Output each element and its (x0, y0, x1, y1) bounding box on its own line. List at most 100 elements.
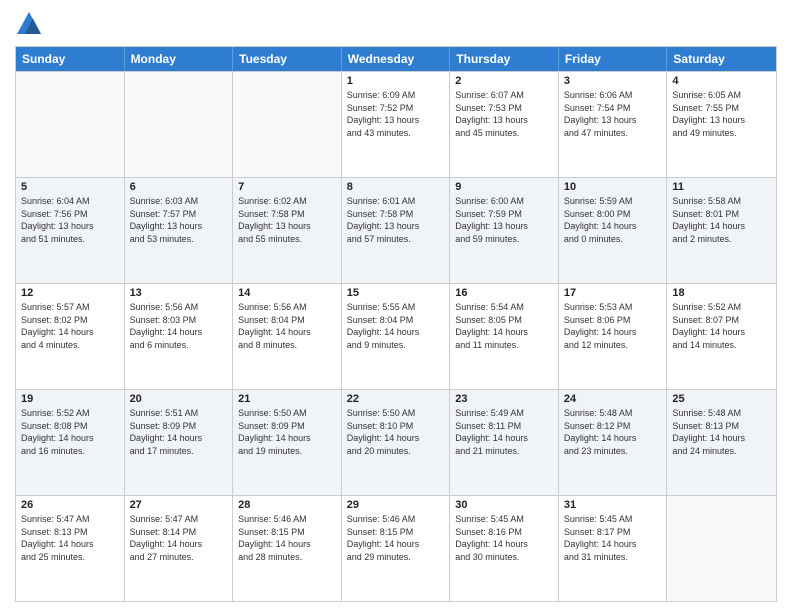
day-number: 10 (564, 181, 662, 193)
day-info: Sunrise: 5:45 AM Sunset: 8:17 PM Dayligh… (564, 513, 662, 563)
day-info: Sunrise: 6:03 AM Sunset: 7:57 PM Dayligh… (130, 195, 228, 245)
calendar-cell: 19 Sunrise: 5:52 AM Sunset: 8:08 PM Dayli… (16, 390, 125, 495)
day-info: Sunrise: 5:57 AM Sunset: 8:02 PM Dayligh… (21, 301, 119, 351)
day-number: 23 (455, 393, 553, 405)
calendar-cell (16, 72, 125, 177)
calendar-cell: 21 Sunrise: 5:50 AM Sunset: 8:09 PM Dayli… (233, 390, 342, 495)
calendar-cell: 13Sunrise: 5:56 AM Sunset: 8:03 PM Dayli… (125, 284, 234, 389)
calendar-cell: 17 Sunrise: 5:53 AM Sunset: 8:06 PM Dayli… (559, 284, 668, 389)
calendar-cell: 28 Sunrise: 5:46 AM Sunset: 8:15 PM Dayli… (233, 496, 342, 601)
day-number: 14 (238, 287, 336, 299)
day-info: Sunrise: 6:00 AM Sunset: 7:59 PM Dayligh… (455, 195, 553, 245)
day-number: 5 (21, 181, 119, 193)
day-number: 15 (347, 287, 445, 299)
day-number: 12 (21, 287, 119, 299)
day-number: 2 (455, 75, 553, 87)
calendar-cell: 25Sunrise: 5:48 AM Sunset: 8:13 PM Dayli… (667, 390, 776, 495)
day-number: 4 (672, 75, 771, 87)
calendar-cell: 31 Sunrise: 5:45 AM Sunset: 8:17 PM Dayli… (559, 496, 668, 601)
calendar-cell: 11 Sunrise: 5:58 AM Sunset: 8:01 PM Dayli… (667, 178, 776, 283)
calendar-cell (667, 496, 776, 601)
day-info: Sunrise: 6:04 AM Sunset: 7:56 PM Dayligh… (21, 195, 119, 245)
calendar: SundayMondayTuesdayWednesdayThursdayFrid… (15, 46, 777, 602)
day-number: 31 (564, 499, 662, 511)
calendar-cell: 4 Sunrise: 6:05 AM Sunset: 7:55 PM Daylig… (667, 72, 776, 177)
calendar-cell: 22 Sunrise: 5:50 AM Sunset: 8:10 PM Dayli… (342, 390, 451, 495)
day-info: Sunrise: 6:06 AM Sunset: 7:54 PM Dayligh… (564, 89, 662, 139)
header-cell-sunday: Sunday (16, 47, 125, 71)
calendar-cell: 26Sunrise: 5:47 AM Sunset: 8:13 PM Dayli… (16, 496, 125, 601)
day-number: 21 (238, 393, 336, 405)
day-number: 29 (347, 499, 445, 511)
day-number: 26 (21, 499, 119, 511)
day-info: Sunrise: 5:48 AM Sunset: 8:13 PM Dayligh… (672, 407, 771, 457)
calendar-cell (233, 72, 342, 177)
day-number: 11 (672, 181, 771, 193)
day-number: 22 (347, 393, 445, 405)
day-number: 30 (455, 499, 553, 511)
day-number: 20 (130, 393, 228, 405)
day-number: 18 (672, 287, 771, 299)
header-cell-wednesday: Wednesday (342, 47, 451, 71)
day-number: 1 (347, 75, 445, 87)
day-number: 27 (130, 499, 228, 511)
calendar-header-row: SundayMondayTuesdayWednesdayThursdayFrid… (16, 47, 776, 71)
calendar-cell: 30 Sunrise: 5:45 AM Sunset: 8:16 PM Dayli… (450, 496, 559, 601)
calendar-cell: 5 Sunrise: 6:04 AM Sunset: 7:56 PM Daylig… (16, 178, 125, 283)
day-info: Sunrise: 5:46 AM Sunset: 8:15 PM Dayligh… (238, 513, 336, 563)
day-info: Sunrise: 5:49 AM Sunset: 8:11 PM Dayligh… (455, 407, 553, 457)
calendar-cell: 18Sunrise: 5:52 AM Sunset: 8:07 PM Dayli… (667, 284, 776, 389)
day-info: Sunrise: 5:45 AM Sunset: 8:16 PM Dayligh… (455, 513, 553, 563)
calendar-cell: 29 Sunrise: 5:46 AM Sunset: 8:15 PM Dayli… (342, 496, 451, 601)
day-info: Sunrise: 6:01 AM Sunset: 7:58 PM Dayligh… (347, 195, 445, 245)
calendar-cell: 6 Sunrise: 6:03 AM Sunset: 7:57 PM Daylig… (125, 178, 234, 283)
day-info: Sunrise: 6:02 AM Sunset: 7:58 PM Dayligh… (238, 195, 336, 245)
logo-icon (15, 10, 43, 38)
day-info: Sunrise: 6:07 AM Sunset: 7:53 PM Dayligh… (455, 89, 553, 139)
day-info: Sunrise: 5:56 AM Sunset: 8:04 PM Dayligh… (238, 301, 336, 351)
day-number: 6 (130, 181, 228, 193)
day-info: Sunrise: 5:46 AM Sunset: 8:15 PM Dayligh… (347, 513, 445, 563)
calendar-cell: 7Sunrise: 6:02 AM Sunset: 7:58 PM Daylig… (233, 178, 342, 283)
day-info: Sunrise: 5:59 AM Sunset: 8:00 PM Dayligh… (564, 195, 662, 245)
day-info: Sunrise: 5:50 AM Sunset: 8:09 PM Dayligh… (238, 407, 336, 457)
calendar-row-3: 12 Sunrise: 5:57 AM Sunset: 8:02 PM Dayli… (16, 283, 776, 389)
calendar-cell: 8 Sunrise: 6:01 AM Sunset: 7:58 PM Daylig… (342, 178, 451, 283)
calendar-row-2: 5 Sunrise: 6:04 AM Sunset: 7:56 PM Daylig… (16, 177, 776, 283)
day-number: 28 (238, 499, 336, 511)
header (15, 10, 777, 38)
day-info: Sunrise: 6:09 AM Sunset: 7:52 PM Dayligh… (347, 89, 445, 139)
day-number: 9 (455, 181, 553, 193)
calendar-row-4: 19 Sunrise: 5:52 AM Sunset: 8:08 PM Dayli… (16, 389, 776, 495)
calendar-cell: 24Sunrise: 5:48 AM Sunset: 8:12 PM Dayli… (559, 390, 668, 495)
day-info: Sunrise: 5:48 AM Sunset: 8:12 PM Dayligh… (564, 407, 662, 457)
calendar-cell: 2 Sunrise: 6:07 AM Sunset: 7:53 PM Daylig… (450, 72, 559, 177)
calendar-cell: 12 Sunrise: 5:57 AM Sunset: 8:02 PM Dayli… (16, 284, 125, 389)
calendar-cell: 23 Sunrise: 5:49 AM Sunset: 8:11 PM Dayli… (450, 390, 559, 495)
calendar-cell: 16 Sunrise: 5:54 AM Sunset: 8:05 PM Dayli… (450, 284, 559, 389)
day-info: Sunrise: 5:52 AM Sunset: 8:08 PM Dayligh… (21, 407, 119, 457)
day-info: Sunrise: 5:58 AM Sunset: 8:01 PM Dayligh… (672, 195, 771, 245)
calendar-cell: 10 Sunrise: 5:59 AM Sunset: 8:00 PM Dayli… (559, 178, 668, 283)
header-cell-monday: Monday (125, 47, 234, 71)
calendar-row-1: 1 Sunrise: 6:09 AM Sunset: 7:52 PM Daylig… (16, 71, 776, 177)
day-number: 13 (130, 287, 228, 299)
calendar-cell: 14 Sunrise: 5:56 AM Sunset: 8:04 PM Dayli… (233, 284, 342, 389)
calendar-cell: 1 Sunrise: 6:09 AM Sunset: 7:52 PM Daylig… (342, 72, 451, 177)
day-info: Sunrise: 6:05 AM Sunset: 7:55 PM Dayligh… (672, 89, 771, 139)
day-info: Sunrise: 5:54 AM Sunset: 8:05 PM Dayligh… (455, 301, 553, 351)
calendar-body: 1 Sunrise: 6:09 AM Sunset: 7:52 PM Daylig… (16, 71, 776, 601)
day-number: 17 (564, 287, 662, 299)
header-cell-thursday: Thursday (450, 47, 559, 71)
calendar-cell: 15Sunrise: 5:55 AM Sunset: 8:04 PM Dayli… (342, 284, 451, 389)
day-number: 16 (455, 287, 553, 299)
calendar-cell: 9 Sunrise: 6:00 AM Sunset: 7:59 PM Daylig… (450, 178, 559, 283)
header-cell-saturday: Saturday (667, 47, 776, 71)
page: SundayMondayTuesdayWednesdayThursdayFrid… (0, 0, 792, 612)
day-number: 8 (347, 181, 445, 193)
day-number: 19 (21, 393, 119, 405)
day-info: Sunrise: 5:53 AM Sunset: 8:06 PM Dayligh… (564, 301, 662, 351)
day-info: Sunrise: 5:47 AM Sunset: 8:14 PM Dayligh… (130, 513, 228, 563)
calendar-cell: 20Sunrise: 5:51 AM Sunset: 8:09 PM Dayli… (125, 390, 234, 495)
day-info: Sunrise: 5:50 AM Sunset: 8:10 PM Dayligh… (347, 407, 445, 457)
